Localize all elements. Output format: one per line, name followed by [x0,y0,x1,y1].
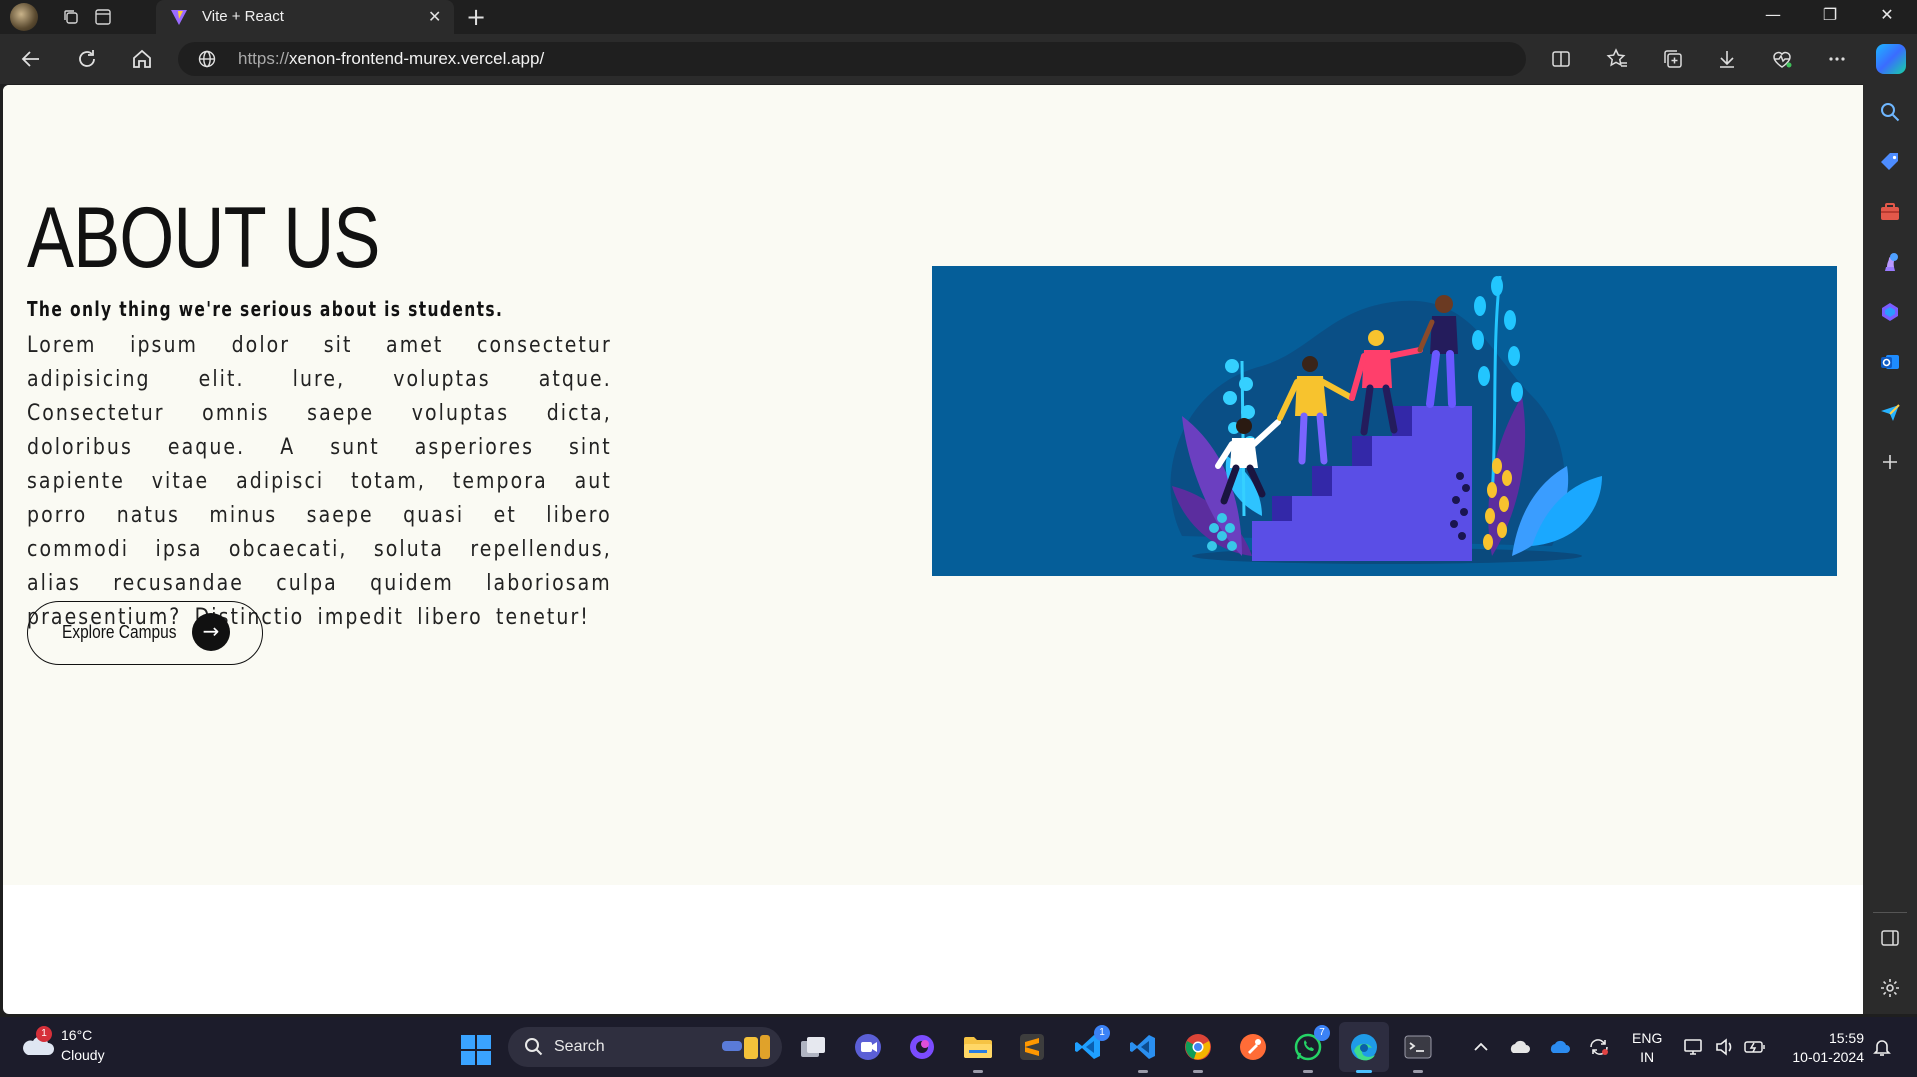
windows-taskbar: 1 16°C Cloudy Search 1 7 ENG IN 15:59 10… [0,1017,1917,1077]
active-indicator [1356,1070,1372,1073]
whatsapp-unread-badge: 7 [1314,1025,1330,1041]
profile-avatar[interactable] [10,3,38,31]
whatsapp-icon[interactable]: 7 [1292,1025,1330,1073]
clock-date: 10-01-2024 [1792,1049,1864,1065]
chrome-icon[interactable] [1182,1031,1214,1073]
team-climbing-stairs-illustration [932,266,1837,576]
system-clock[interactable]: 15:59 10-01-2024 [1784,1029,1864,1067]
page-title: ABOUT US [27,190,380,286]
tools-briefcase-icon[interactable] [1878,200,1902,224]
input-language-indicator[interactable]: ENG IN [1632,1029,1662,1067]
url-host: xenon-frontend-murex.vercel.app/ [289,49,545,68]
weather-notification-badge: 1 [36,1026,52,1042]
close-tab-icon[interactable]: ✕ [428,7,441,26]
vscode-insiders-icon[interactable]: 1 [1072,1025,1110,1063]
running-indicator [1413,1070,1423,1073]
about-section: ABOUT US The only thing we're serious ab… [3,85,1863,885]
browser-tab-bar: Vite + React ✕ + — ❐ ✕ [0,0,1917,34]
explore-campus-label: Explore Campus [62,622,177,642]
browser-toolbar: https://xenon-frontend-murex.vercel.app/ [0,34,1917,84]
about-subheading: The only thing we're serious about is st… [27,297,504,321]
sublime-text-icon[interactable] [1016,1031,1048,1063]
search-icon [525,1038,543,1056]
clock-time: 15:59 [1828,1030,1864,1046]
running-indicator [1303,1070,1313,1073]
teams-meet-icon[interactable] [852,1031,884,1063]
sync-status-icon[interactable] [1588,1037,1610,1057]
running-indicator [973,1070,983,1073]
language-code: ENG [1632,1030,1663,1046]
taskbar-search-box[interactable]: Search [508,1027,782,1067]
minimize-button[interactable]: — [1758,5,1788,24]
network-display-icon[interactable] [1683,1037,1705,1057]
running-indicator [1193,1070,1203,1073]
region-code: IN [1640,1049,1655,1065]
home-button[interactable] [129,46,155,72]
about-paragraph: Lorem ipsum dolor sit amet consectetur a… [27,333,612,630]
workspaces-icon[interactable] [60,6,82,28]
running-indicator [1138,1070,1148,1073]
search-highlight-art-icon [722,1035,770,1059]
more-options-icon[interactable] [1824,46,1850,72]
search-icon[interactable] [1878,100,1902,124]
close-window-button[interactable]: ✕ [1872,5,1902,24]
browser-essentials-icon[interactable] [1769,46,1795,72]
show-hidden-icons-chevron-icon[interactable] [1470,1037,1492,1057]
collections-icon[interactable] [1660,46,1686,72]
edge-browser-icon[interactable] [1348,1031,1380,1073]
back-button[interactable] [18,46,44,72]
volume-icon[interactable] [1714,1037,1736,1057]
edge-sidebar [1863,84,1917,1014]
vite-logo-icon [171,10,187,25]
new-tab-button[interactable]: + [466,3,486,31]
weather-description[interactable]: Cloudy [61,1047,105,1063]
hide-sidebar-icon[interactable] [1878,926,1902,950]
start-windows-icon[interactable] [461,1035,491,1065]
outlook-icon[interactable] [1878,350,1902,374]
url-text[interactable]: https://xenon-frontend-murex.vercel.app/ [238,49,544,69]
illustration-graphic [1170,275,1602,564]
file-explorer-icon[interactable] [962,1031,994,1073]
sidebar-divider [1873,912,1907,913]
downloads-icon[interactable] [1714,46,1740,72]
notification-bell-icon[interactable] [1872,1037,1892,1057]
task-view-icon[interactable] [797,1031,829,1063]
send-plane-icon[interactable] [1878,400,1902,424]
app-notification-badge: 1 [1094,1025,1110,1041]
url-protocol: https:// [238,49,290,68]
arrow-right-icon: → [192,613,230,651]
microsoft-365-icon[interactable] [1878,300,1902,324]
onedrive-business-cloud-icon[interactable] [1548,1037,1570,1057]
globe-icon [198,50,216,68]
vscode-icon[interactable] [1127,1031,1159,1073]
favorites-icon[interactable] [1604,46,1630,72]
games-chess-icon[interactable] [1878,250,1902,274]
page-viewport: ABOUT US The only thing we're serious ab… [3,85,1863,1014]
copilot-icon[interactable] [1876,44,1906,74]
refresh-button[interactable] [74,46,100,72]
battery-charging-icon[interactable] [1744,1037,1766,1057]
search-label: Search [554,1038,605,1055]
vertical-tabs-icon[interactable] [92,6,114,28]
split-screen-icon[interactable] [1548,46,1574,72]
weather-temperature[interactable]: 16°C [61,1027,92,1043]
address-bar[interactable]: https://xenon-frontend-murex.vercel.app/ [178,42,1526,76]
postman-icon[interactable] [1237,1031,1269,1063]
terminal-icon[interactable] [1402,1031,1434,1073]
shopping-tag-icon[interactable] [1878,150,1902,174]
onedrive-personal-cloud-icon[interactable] [1508,1037,1530,1057]
tab-vite-react[interactable]: Vite + React ✕ [156,0,454,34]
add-sidebar-app-icon[interactable] [1878,450,1902,474]
settings-gear-icon[interactable] [1878,976,1902,1000]
restore-button[interactable]: ❐ [1815,5,1845,24]
tab-title: Vite + React [202,8,284,25]
explore-campus-button[interactable]: Explore Campus → [27,601,263,665]
copilot-taskbar-icon[interactable] [906,1031,938,1063]
